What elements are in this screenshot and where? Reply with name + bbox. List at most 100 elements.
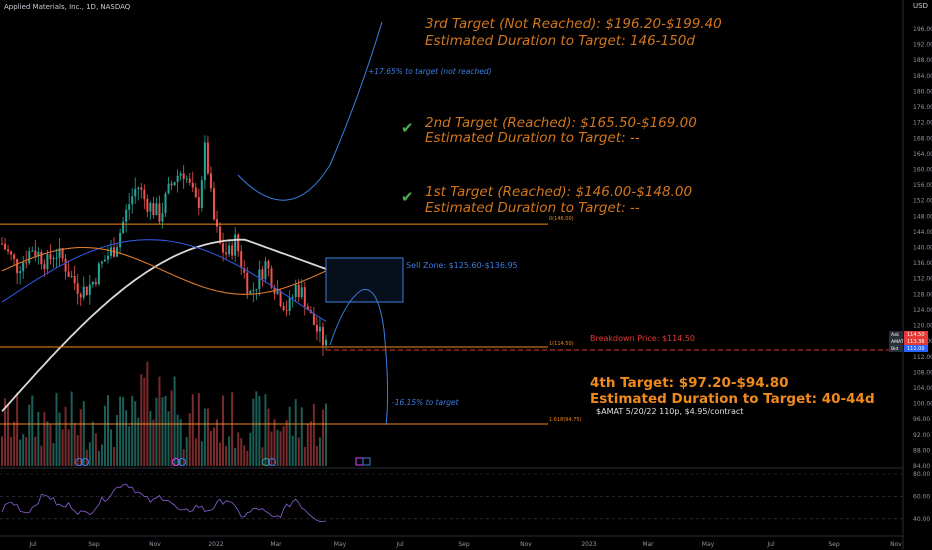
volume-bar <box>40 445 43 466</box>
volume-bar <box>28 404 31 466</box>
candle-body <box>164 193 167 214</box>
x-tick-label: Sep <box>458 541 470 548</box>
volume-bar <box>100 444 103 466</box>
volume-bar <box>197 393 200 466</box>
volume-bar <box>128 426 131 466</box>
volume-bar <box>85 449 88 466</box>
volume-bar <box>70 391 73 466</box>
volume-bar <box>164 395 167 466</box>
y-tick-label: 180.00 <box>913 88 932 95</box>
volume-bar <box>79 409 82 466</box>
candle-body <box>167 183 170 194</box>
y-tick-label: 112.00 <box>913 354 932 361</box>
x-tick-label: Jul <box>395 541 404 548</box>
candle-body <box>255 288 258 291</box>
target3-duration: Estimated Duration to Target: 146-150d <box>425 33 695 49</box>
volume-bar <box>16 392 19 466</box>
upcoming-dividend-marker[interactable] <box>362 457 371 466</box>
x-tick-label: Jul <box>28 541 37 548</box>
candle-body <box>52 257 55 260</box>
candle-body <box>279 290 282 306</box>
candle-body <box>158 203 161 222</box>
candle-body <box>46 253 49 270</box>
candle-body <box>76 283 79 295</box>
volume-bar <box>52 443 55 466</box>
x-tick-label: 2022 <box>208 541 223 548</box>
candle-body <box>1 243 3 245</box>
candle-body <box>285 310 288 312</box>
candle-body <box>228 245 231 255</box>
candle-body <box>173 182 176 186</box>
candle-body <box>194 187 197 198</box>
volume-bar <box>309 421 312 466</box>
candle-body <box>191 182 194 188</box>
x-tick-label: Sep <box>828 541 840 548</box>
candle-body <box>264 261 267 280</box>
upcoming-earnings-marker[interactable] <box>355 457 364 466</box>
target1-duration: Estimated Duration to Target: -- <box>425 200 640 216</box>
y-tick-label: 120.00 <box>913 323 932 330</box>
rsi-tick-label: 80.00 <box>913 471 930 478</box>
candle-body <box>200 180 203 209</box>
rsi-tick-label: 60.00 <box>913 493 930 500</box>
volume-bar <box>318 437 321 466</box>
volume-bar <box>291 435 294 466</box>
volume-bar <box>191 394 194 466</box>
fib0-label: 0(146.00) <box>549 216 574 222</box>
candle-body <box>209 173 212 189</box>
y-tick-label: 100.00 <box>913 401 932 408</box>
candle-body <box>222 243 225 253</box>
price-badge-value: 114.50 <box>907 332 925 338</box>
candle-body <box>303 287 306 307</box>
y-tick-label: 96.00 <box>913 416 930 423</box>
y-tick-label: 128.00 <box>913 291 932 298</box>
candle-body <box>203 142 206 181</box>
candle-body <box>197 197 200 209</box>
volume-bar <box>64 406 67 466</box>
volume-bar <box>294 399 297 466</box>
volume-bar <box>231 392 234 466</box>
volume-bar <box>119 396 122 466</box>
candle-body <box>128 204 131 210</box>
y-tick-label: 144.00 <box>913 229 932 236</box>
volume-bar <box>300 407 303 466</box>
candle-body <box>131 196 134 205</box>
candle-body <box>43 264 46 270</box>
candle-body <box>294 284 297 298</box>
price-badge-value: 111.00 <box>907 346 925 352</box>
volume-bar <box>106 395 109 466</box>
y-tick-label: 168.00 <box>913 135 932 142</box>
y-tick-label: 84.00 <box>913 463 930 470</box>
y-tick-label: 152.00 <box>913 198 932 205</box>
candle-body <box>146 198 149 212</box>
candle-body <box>297 284 300 298</box>
price-chart[interactable]: 80.00 60.00 40.00 196.00 192.00 188.00 184.00… <box>0 0 932 550</box>
target1-check-icon: ✔ <box>401 188 414 206</box>
volume-bar <box>222 395 225 466</box>
volume-bar <box>240 438 243 466</box>
sell-zone-box[interactable] <box>325 257 404 303</box>
y-tick-label: 104.00 <box>913 385 932 392</box>
y-tick-label: 196.00 <box>913 26 932 33</box>
candle-body <box>134 189 137 197</box>
chart-screenshot: 80.00 60.00 40.00 196.00 192.00 188.00 184.00… <box>0 0 932 550</box>
volume-bar <box>91 421 94 466</box>
candle-body <box>212 188 215 220</box>
x-tick-label: Nov <box>890 541 902 548</box>
volume-bar <box>170 390 173 466</box>
target2-duration: Estimated Duration to Target: -- <box>425 130 640 146</box>
x-tick-label: May <box>334 541 347 548</box>
candle-body <box>215 219 218 227</box>
badge-tag: AMAT <box>891 339 904 345</box>
volume-bar <box>134 401 137 466</box>
y-tick-label: 92.00 <box>913 432 930 439</box>
ma-200-line <box>1 238 327 412</box>
volume-bar <box>243 445 246 466</box>
candle-body <box>91 281 94 285</box>
candle-body <box>106 255 109 260</box>
candle-body <box>137 187 140 190</box>
volume-bar <box>185 437 188 466</box>
volume-bar <box>276 429 279 466</box>
volume-bar <box>113 446 116 466</box>
volume-bar <box>194 438 197 466</box>
